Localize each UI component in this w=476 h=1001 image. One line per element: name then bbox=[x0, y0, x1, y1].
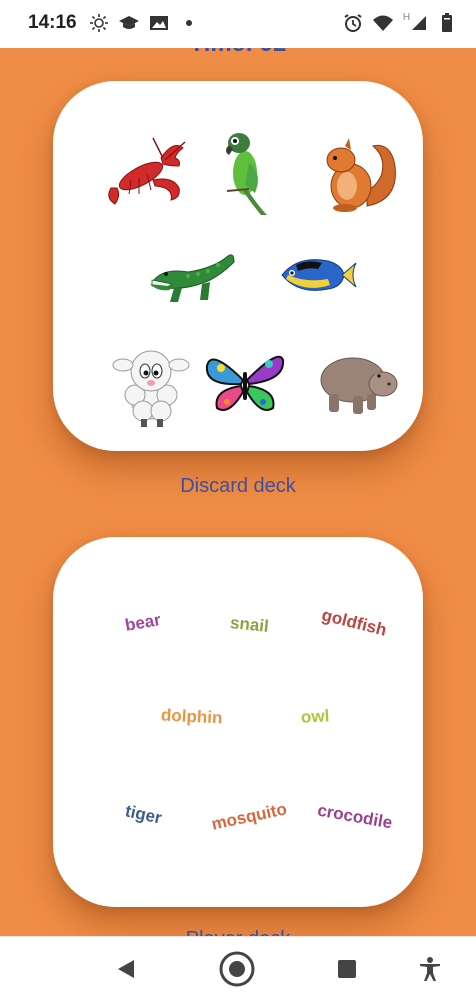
parrot-icon[interactable] bbox=[223, 129, 279, 217]
network-type-label: H bbox=[402, 12, 411, 23]
squirrel-icon[interactable] bbox=[315, 136, 399, 214]
discard-card bbox=[53, 81, 423, 451]
settings-gear-icon bbox=[88, 12, 110, 34]
battery-icon bbox=[436, 12, 458, 34]
word-bear[interactable]: bear bbox=[124, 610, 163, 636]
word-snail[interactable]: snail bbox=[229, 613, 270, 637]
back-icon[interactable] bbox=[108, 951, 144, 987]
status-time: 14:16 bbox=[28, 12, 77, 33]
word-crocodile[interactable]: crocodile bbox=[316, 801, 394, 834]
accessibility-icon[interactable] bbox=[412, 951, 448, 987]
word-goldfish[interactable]: goldfish bbox=[320, 605, 389, 640]
alarm-icon bbox=[342, 12, 364, 34]
butterfly-icon[interactable] bbox=[203, 346, 287, 420]
status-bar: 14:16 H bbox=[0, 0, 476, 48]
word-mosquito[interactable]: mosquito bbox=[210, 799, 289, 834]
game-area: Time: 92 bbox=[0, 48, 476, 936]
image-icon bbox=[148, 12, 170, 34]
discard-deck-label: Discard deck bbox=[180, 475, 296, 497]
crocodile-icon[interactable] bbox=[148, 246, 238, 308]
dot-icon bbox=[178, 12, 200, 34]
player-card: bear snail goldfish dolphin owl tiger mo… bbox=[53, 537, 423, 907]
hippo-icon[interactable] bbox=[315, 346, 399, 418]
word-dolphin[interactable]: dolphin bbox=[161, 705, 223, 728]
h-signal-icon: H bbox=[402, 12, 428, 34]
graduation-cap-icon bbox=[118, 12, 140, 34]
lobster-icon[interactable] bbox=[103, 136, 187, 208]
word-tiger[interactable]: tiger bbox=[123, 801, 164, 828]
player-deck-label: Player deck bbox=[0, 928, 476, 936]
navigation-bar bbox=[0, 936, 476, 1001]
sheep-icon[interactable] bbox=[111, 343, 191, 427]
fish-icon[interactable] bbox=[278, 253, 358, 297]
status-left-icons bbox=[88, 12, 200, 34]
status-right-icons: H bbox=[342, 12, 458, 34]
home-icon[interactable] bbox=[219, 951, 255, 987]
word-owl[interactable]: owl bbox=[300, 706, 329, 727]
timer-text: Time: 92 bbox=[0, 48, 476, 58]
wifi-icon bbox=[372, 12, 394, 34]
recents-icon[interactable] bbox=[329, 951, 365, 987]
